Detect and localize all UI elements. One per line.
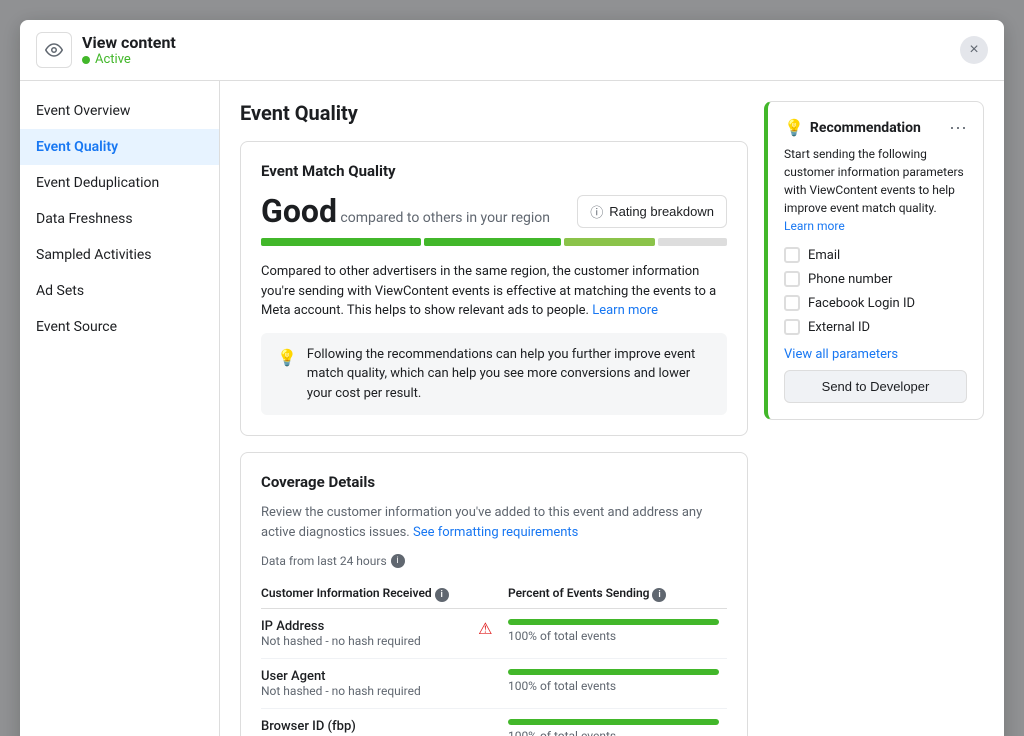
data-period-label: Data from last 24 hours i <box>261 554 727 568</box>
table-row: User Agent Not hashed - no hash required… <box>261 659 727 709</box>
progress-seg-2 <box>424 238 561 246</box>
formatting-link[interactable]: See formatting requirements <box>413 525 578 540</box>
field-percent-2: 100% of total events <box>508 709 727 736</box>
close-icon: × <box>969 41 978 59</box>
checkbox-2[interactable] <box>784 295 800 311</box>
checkbox-label-1: Phone number <box>808 272 892 287</box>
modal-header-info: View content Active <box>82 33 960 67</box>
col-info-icon: i <box>435 588 449 602</box>
sidebar-item-data-freshness[interactable]: Data Freshness <box>20 201 219 237</box>
coverage-subtitle: Review the customer information you've a… <box>261 503 727 542</box>
field-warning-2 <box>471 709 508 736</box>
event-match-description: Compared to other advertisers in the sam… <box>261 262 727 321</box>
col-pct-icon: i <box>652 588 666 602</box>
sidebar-item-event-source[interactable]: Event Source <box>20 309 219 345</box>
table-row: IP Address Not hashed - no hash required… <box>261 609 727 659</box>
field-name-0: IP Address Not hashed - no hash required <box>261 609 471 659</box>
view-all-link[interactable]: View all parameters <box>784 347 967 362</box>
quality-row: Good compared to others in your region ⓘ… <box>261 192 727 230</box>
field-percent-1: 100% of total events <box>508 659 727 709</box>
coverage-card: Coverage Details Review the customer inf… <box>240 452 748 736</box>
rating-btn-label: Rating breakdown <box>609 204 714 219</box>
status-dot <box>82 56 90 64</box>
coverage-title: Coverage Details <box>261 473 727 491</box>
field-warning-0: ⚠ <box>471 609 508 659</box>
pct-bar <box>508 719 719 725</box>
data-period-info-icon: i <box>391 554 405 568</box>
field-name-1: User Agent Not hashed - no hash required <box>261 659 471 709</box>
sidebar-item-ad-sets[interactable]: Ad Sets <box>20 273 219 309</box>
rec-lightbulb-icon: 💡 <box>784 118 804 137</box>
checkbox-0[interactable] <box>784 247 800 263</box>
sidebar-item-sampled-activities[interactable]: Sampled Activities <box>20 237 219 273</box>
pct-bar <box>508 669 719 675</box>
modal-status: Active <box>82 52 960 67</box>
field-percent-0: 100% of total events <box>508 609 727 659</box>
coverage-table: Customer Information Received i Percent … <box>261 580 727 736</box>
rec-checkboxes: Email Phone number Facebook Login ID Ext… <box>784 247 967 335</box>
quality-word: Good <box>261 192 337 230</box>
quality-suffix: compared to others in your region <box>337 210 550 226</box>
rec-text: Start sending the following customer inf… <box>784 145 967 235</box>
content-area: Event Quality Event Match Quality Good c… <box>240 101 748 736</box>
progress-seg-3 <box>564 238 655 246</box>
progress-seg-4 <box>658 238 727 246</box>
checkbox-row-2: Facebook Login ID <box>784 295 967 311</box>
checkbox-3[interactable] <box>784 319 800 335</box>
status-label: Active <box>95 52 131 67</box>
rating-breakdown-button[interactable]: ⓘ Rating breakdown <box>577 195 727 228</box>
rec-title: 💡 Recommendation <box>784 118 921 137</box>
checkbox-row-0: Email <box>784 247 967 263</box>
learn-more-link-1[interactable]: Learn more <box>592 303 658 318</box>
checkbox-1[interactable] <box>784 271 800 287</box>
rec-header: 💡 Recommendation ··· <box>784 118 967 137</box>
tip-box: 💡 Following the recommendations can help… <box>261 333 727 416</box>
progress-seg-1 <box>261 238 421 246</box>
col-header-info: Customer Information Received i <box>261 580 471 609</box>
col-header-warning <box>471 580 508 609</box>
info-circle-icon: ⓘ <box>590 202 603 221</box>
event-match-title: Event Match Quality <box>261 162 727 180</box>
table-row: Browser ID (fbp) Not hashed - no hash re… <box>261 709 727 736</box>
page-title: Event Quality <box>240 101 748 125</box>
sidebar-item-event-overview[interactable]: Event Overview <box>20 93 219 129</box>
checkbox-row-1: Phone number <box>784 271 967 287</box>
checkbox-label-3: External ID <box>808 320 870 335</box>
modal: View content Active × Event Overview Eve… <box>20 20 1004 736</box>
event-match-card: Event Match Quality Good compared to oth… <box>240 141 748 436</box>
pct-bar <box>508 619 719 625</box>
view-icon <box>36 32 72 68</box>
close-button[interactable]: × <box>960 36 988 64</box>
field-warning-1 <box>471 659 508 709</box>
checkbox-row-3: External ID <box>784 319 967 335</box>
recommendation-card: 💡 Recommendation ··· Start sending the f… <box>764 101 984 420</box>
warning-icon: ⚠ <box>478 619 492 638</box>
lightbulb-icon: 💡 <box>277 346 297 404</box>
checkbox-label-2: Facebook Login ID <box>808 296 915 311</box>
modal-overlay: View content Active × Event Overview Eve… <box>0 0 1024 736</box>
modal-body: Event Overview Event Quality Event Dedup… <box>20 81 1004 736</box>
rec-learn-more-link[interactable]: Learn more <box>784 219 845 233</box>
checkbox-label-0: Email <box>808 248 840 263</box>
sidebar-item-event-quality[interactable]: Event Quality <box>20 129 219 165</box>
sidebar-item-event-deduplication[interactable]: Event Deduplication <box>20 165 219 201</box>
main-content: Event Quality Event Match Quality Good c… <box>220 81 1004 736</box>
more-options-button[interactable]: ··· <box>949 118 967 136</box>
progress-bar <box>261 238 727 246</box>
right-panel: 💡 Recommendation ··· Start sending the f… <box>764 101 984 736</box>
modal-title: View content <box>82 33 960 52</box>
tip-text: Following the recommendations can help y… <box>307 345 711 404</box>
sidebar: Event Overview Event Quality Event Dedup… <box>20 81 220 736</box>
send-to-developer-button[interactable]: Send to Developer <box>784 370 967 403</box>
modal-header: View content Active × <box>20 20 1004 81</box>
field-name-2: Browser ID (fbp) Not hashed - no hash re… <box>261 709 471 736</box>
col-header-percent: Percent of Events Sending i <box>508 580 727 609</box>
quality-rating: Good compared to others in your region <box>261 192 550 230</box>
